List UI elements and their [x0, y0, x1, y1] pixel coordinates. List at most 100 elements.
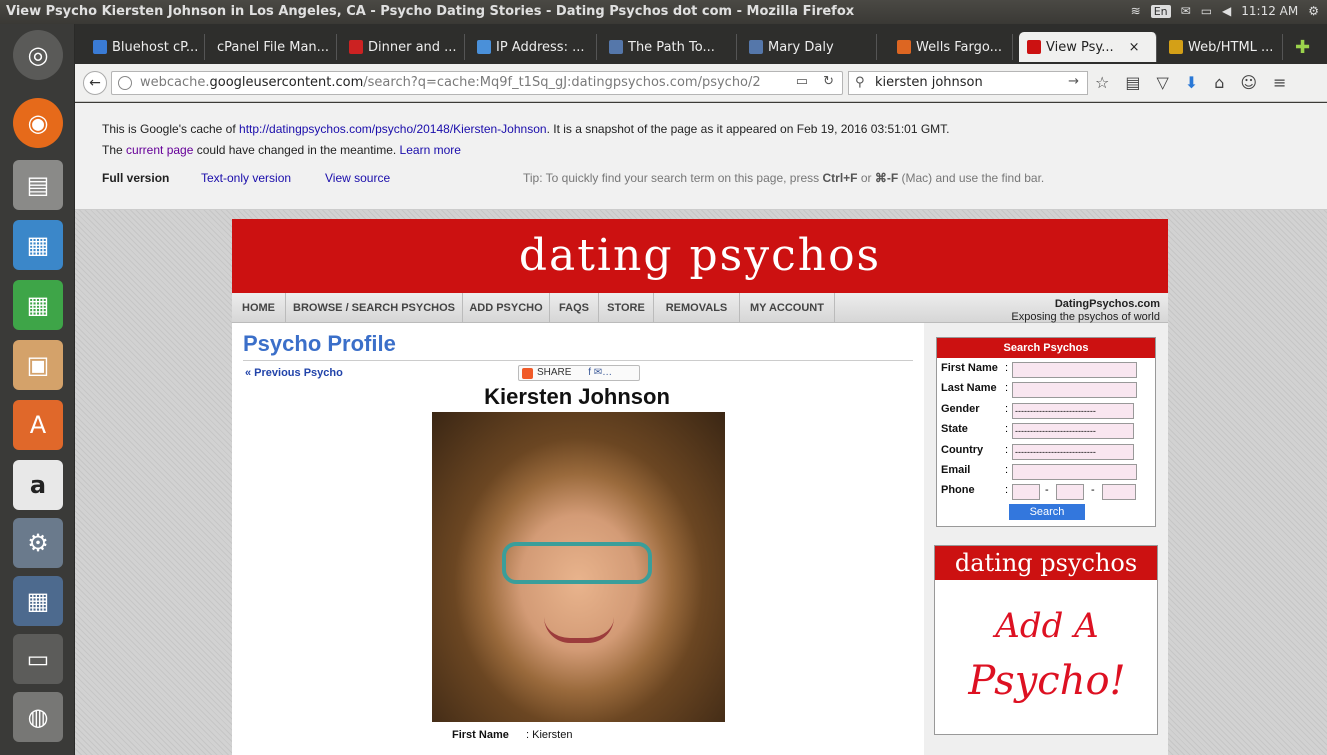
menu-browse-search[interactable]: BROWSE / SEARCH PSYCHOS [286, 293, 463, 323]
file-manager-icon[interactable]: ▤ [13, 160, 63, 210]
volume-icon[interactable]: ◀ [1222, 4, 1231, 18]
back-button[interactable]: ← [83, 71, 107, 95]
tab-wells-fargo[interactable]: Wells Fargo... [889, 34, 1013, 60]
cache-note-line: The current page could have changed in t… [102, 143, 461, 157]
site-identity-icon[interactable] [118, 76, 132, 90]
settings-icon[interactable]: ⚙ [1308, 4, 1319, 18]
screenshot-icon[interactable]: ▭ [13, 634, 63, 684]
state-select[interactable]: --------------------------- [1012, 423, 1134, 439]
loading-icon [897, 40, 911, 54]
page-title: Psycho Profile [243, 331, 396, 356]
gender-label: Gender [941, 403, 980, 415]
battery-icon[interactable]: ▭ [1201, 4, 1212, 18]
new-tab-icon[interactable]: ✚ [1287, 34, 1317, 60]
wifi-icon[interactable]: ≋ [1131, 4, 1141, 18]
clock[interactable]: 11:12 AM [1241, 4, 1298, 18]
tab-cpanel[interactable]: cPanel File Man... [209, 34, 337, 60]
software-center-icon[interactable]: A [13, 400, 63, 450]
bookmarks-list-icon[interactable]: ▤ [1125, 73, 1140, 92]
cache-version-links: Full version Text-only version View sour… [102, 171, 390, 185]
tab-view-psycho[interactable]: View Psy... × [1019, 32, 1157, 62]
amazon-icon[interactable]: a [13, 460, 63, 510]
mail-icon[interactable]: ✉ [1181, 4, 1191, 18]
reload-icon[interactable]: ↻ [823, 74, 834, 89]
cached-url-link[interactable]: http://datingpsychos.com/psycho/20148/Ki… [239, 122, 547, 136]
state-label: State [941, 423, 968, 435]
last-name-field[interactable] [1012, 382, 1137, 398]
country-select[interactable]: --------------------------- [1012, 444, 1134, 460]
window-title: View Psycho Kiersten Johnson in Los Ange… [6, 4, 855, 19]
site-menu: HOME BROWSE / SEARCH PSYCHOS ADD PSYCHO … [232, 293, 1168, 323]
tab-bluehost[interactable]: Bluehost cP... [85, 34, 205, 60]
text-only-version-link[interactable]: Text-only version [201, 171, 325, 185]
dinner-icon [349, 40, 363, 54]
workspace-switcher-icon[interactable]: ▦ [13, 576, 63, 626]
learn-more-link[interactable]: Learn more [400, 143, 461, 157]
home-icon[interactable]: ⌂ [1214, 73, 1224, 92]
current-page-link[interactable]: current page [126, 143, 193, 157]
system-indicators: ≋ En ✉ ▭ ◀ 11:12 AM ⚙ [1131, 4, 1319, 18]
search-input[interactable]: ⚲ kiersten johnson → [848, 71, 1088, 95]
view-source-link[interactable]: View source [325, 171, 390, 185]
dash-home-icon[interactable]: ◎ [13, 30, 63, 80]
first-name-field[interactable] [1012, 362, 1137, 378]
tab-web-html[interactable]: Web/HTML ... [1161, 34, 1283, 60]
phone-prefix-field[interactable] [1056, 484, 1084, 500]
grid-icon [609, 40, 623, 54]
keyboard-layout-indicator[interactable]: En [1150, 4, 1171, 18]
chat-icon[interactable]: ☺ [1240, 73, 1257, 92]
phone-line-field[interactable] [1102, 484, 1136, 500]
share-button[interactable]: SHARE f ✉… [518, 365, 640, 381]
country-label: Country [941, 444, 984, 456]
tab-ip-address[interactable]: IP Address: ... [469, 34, 597, 60]
email-field[interactable] [1012, 464, 1137, 480]
pocket-icon[interactable]: ▽ [1156, 73, 1168, 92]
ad-logo: dating psychos [935, 546, 1157, 580]
calc-icon[interactable]: ▦ [13, 280, 63, 330]
find-tip: Tip: To quickly find your search term on… [523, 171, 1045, 185]
page-content: This is Google's cache of http://datingp… [75, 103, 1327, 755]
phone-area-field[interactable] [1012, 484, 1040, 500]
glasses-shape [502, 542, 652, 584]
navigation-toolbar: ← webcache.googleusercontent.com/search?… [75, 64, 1327, 102]
impress-icon[interactable]: ▣ [13, 340, 63, 390]
first-name-label: First Name [941, 362, 998, 374]
menu-store[interactable]: STORE [599, 293, 654, 323]
social-icons: f ✉… [588, 367, 613, 378]
google-cache-banner: This is Google's cache of http://datingp… [75, 103, 1327, 210]
search-button[interactable]: Search [1009, 504, 1085, 520]
bookmark-star-icon[interactable]: ☆ [1095, 73, 1109, 92]
add-psycho-ad[interactable]: dating psychos Add A Psycho! [934, 545, 1158, 735]
firefox-icon[interactable]: ◉ [13, 98, 63, 148]
menu-my-account[interactable]: MY ACCOUNT [740, 293, 835, 323]
site-logo-banner[interactable]: dating psychos [232, 219, 1168, 293]
previous-psycho-link[interactable]: « Previous Psycho [245, 367, 343, 379]
dating-psychos-favicon [1027, 40, 1041, 54]
full-version-label: Full version [102, 171, 170, 185]
menu-home[interactable]: HOME [232, 293, 286, 323]
profile-name: Kiersten Johnson [484, 384, 670, 409]
menu-add-psycho[interactable]: ADD PSYCHO [463, 293, 550, 323]
menu-faqs[interactable]: FAQS [550, 293, 599, 323]
close-tab-icon[interactable]: × [1129, 40, 1140, 55]
last-name-label: Last Name [941, 382, 997, 394]
unity-launcher: ◎ ◉ ▤ ▦ ▦ ▣ A a ⚙ ▦ ▭ ◍ [0, 24, 75, 755]
tab-path[interactable]: The Path To... [601, 34, 737, 60]
menu-icon[interactable]: ≡ [1273, 73, 1286, 92]
gender-select[interactable]: --------------------------- [1012, 403, 1134, 419]
tab-dinner[interactable]: Dinner and ... [341, 34, 465, 60]
reader-view-icon[interactable]: ▭ [796, 74, 808, 89]
menu-removals[interactable]: REMOVALS [654, 293, 740, 323]
url-bar[interactable]: webcache.googleusercontent.com/search?q=… [111, 71, 843, 95]
window-titlebar: View Psycho Kiersten Johnson in Los Ange… [0, 0, 1327, 24]
tab-mary-daly[interactable]: Mary Daly [741, 34, 877, 60]
writer-icon[interactable]: ▦ [13, 220, 63, 270]
share-icon [522, 368, 533, 379]
downloads-icon[interactable]: ⬇ [1185, 73, 1198, 92]
ad-line-2: Psycho! [968, 658, 1126, 704]
profile-field-row: First Name: Kiersten [452, 729, 573, 741]
search-go-icon[interactable]: → [1068, 74, 1079, 89]
dvd-icon[interactable]: ◍ [13, 692, 63, 742]
smile-shape [544, 617, 614, 643]
system-settings-icon[interactable]: ⚙ [13, 518, 63, 568]
